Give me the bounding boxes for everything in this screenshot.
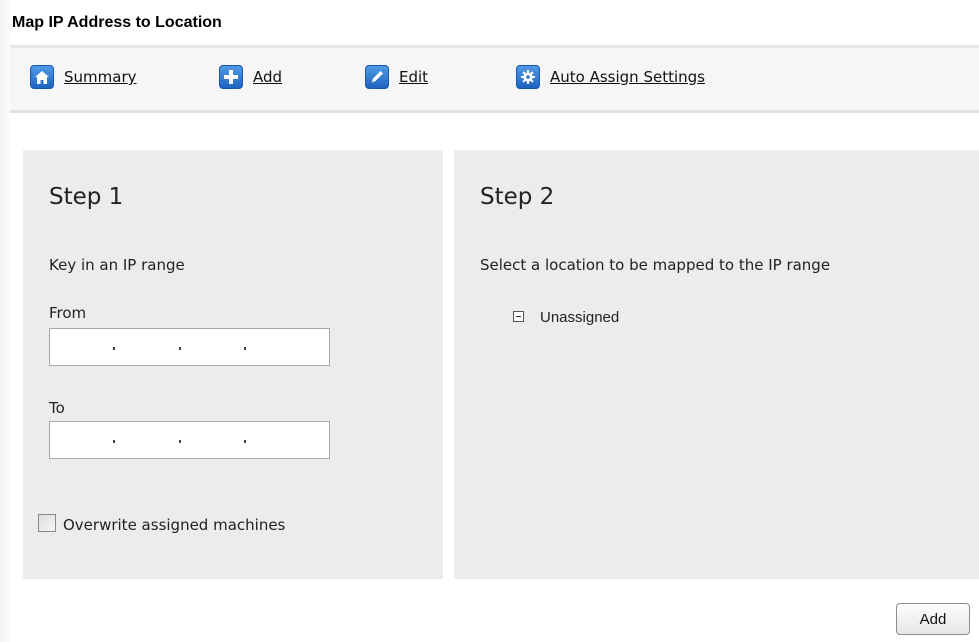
summary-label: Summary: [64, 68, 137, 86]
ip-separator: [113, 347, 115, 350]
home-icon: [30, 65, 54, 89]
left-edge: [0, 0, 10, 642]
summary-button[interactable]: Summary: [30, 65, 137, 89]
step2-title: Step 2: [480, 184, 555, 210]
edit-button[interactable]: Edit: [365, 65, 428, 89]
toolbar: Summary Add Edit Auto Assign Settings: [10, 48, 979, 111]
edit-label: Edit: [399, 68, 429, 86]
pencil-icon: [365, 65, 389, 89]
add-toolbar-label: Add: [253, 68, 283, 86]
ip-separator: [244, 347, 246, 350]
gear-icon: [516, 65, 540, 89]
auto-assign-settings-button[interactable]: Auto Assign Settings: [516, 65, 705, 89]
auto-assign-settings-label: Auto Assign Settings: [550, 68, 705, 86]
toolbar-divider: [10, 110, 979, 113]
from-ip-input[interactable]: [49, 328, 330, 366]
step1-title: Step 1: [49, 184, 124, 210]
add-toolbar-button[interactable]: Add: [219, 65, 282, 89]
map-ip-window: Map IP Address to Location Summary Add E…: [0, 0, 979, 642]
from-label: From: [49, 304, 87, 322]
step1-panel: Step 1 Key in an IP range From To Overwr…: [23, 150, 443, 579]
page-title: Map IP Address to Location: [12, 14, 222, 31]
step2-instruction: Select a location to be mapped to the IP…: [480, 256, 831, 274]
overwrite-label: Overwrite assigned machines: [63, 516, 286, 534]
plus-icon: [219, 65, 243, 89]
to-ip-input[interactable]: [49, 421, 330, 459]
overwrite-checkbox[interactable]: [38, 514, 56, 532]
ip-separator: [179, 440, 181, 443]
to-label: To: [49, 399, 65, 417]
ip-separator: [244, 440, 246, 443]
ip-separator: [113, 440, 115, 443]
tree-node-unassigned[interactable]: Unassigned: [540, 309, 619, 326]
step1-instruction: Key in an IP range: [49, 256, 185, 274]
step2-panel: Step 2 Select a location to be mapped to…: [454, 150, 979, 579]
collapse-icon[interactable]: [513, 311, 524, 322]
ip-separator: [179, 347, 181, 350]
add-button[interactable]: Add: [896, 603, 970, 635]
